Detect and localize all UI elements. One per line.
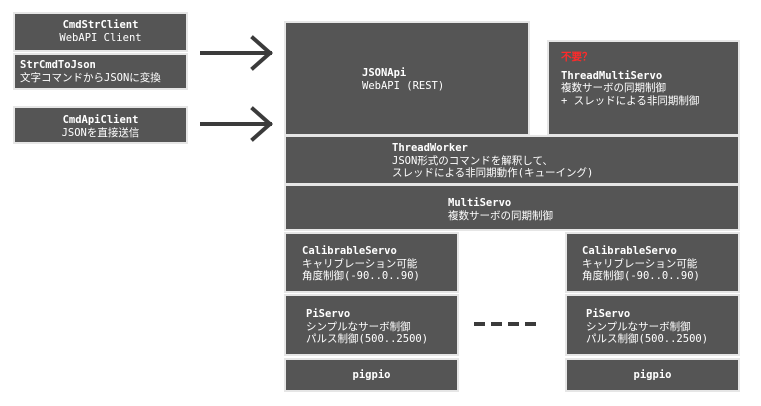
multi-servo-sub: 複数サーボの同期制御 bbox=[448, 209, 553, 222]
arrow-bottom bbox=[200, 106, 274, 142]
calibrable-servo-right-line1: キャリブレーション可能 bbox=[582, 257, 698, 270]
calibrable-servo-right-title: CalibrableServo bbox=[582, 245, 677, 257]
pigpio-right-label: pigpio bbox=[633, 369, 672, 381]
pi-servo-left-title: PiServo bbox=[306, 308, 351, 320]
thread-multi-servo-title: ThreadMultiServo bbox=[561, 69, 663, 82]
ellipsis-dashes bbox=[474, 322, 536, 326]
pi-servo-left-box: PiServo シンプルなサーボ制御 パルス制御(500..2500) bbox=[284, 294, 459, 356]
cmdapi-client-title: CmdApiClient bbox=[62, 114, 139, 126]
calibrable-servo-left-title: CalibrableServo bbox=[302, 245, 397, 257]
pi-servo-left-line2: パルス制御(500..2500) bbox=[306, 333, 429, 345]
calibrable-servo-right-box: CalibrableServo キャリブレーション可能 角度制御(-90..0.… bbox=[565, 232, 740, 293]
cmdstr-client-title: CmdStrClient bbox=[62, 19, 139, 31]
jsonapi-title: JSONApi bbox=[362, 67, 407, 79]
jsonapi-sub: WebAPI (REST) bbox=[362, 79, 445, 92]
strcmd-to-json-sub: 文字コマンドからJSONに変換 bbox=[20, 71, 161, 84]
pi-servo-right-box: PiServo シンプルなサーボ制御 パルス制御(500..2500) bbox=[565, 294, 740, 356]
dash bbox=[525, 322, 536, 326]
pigpio-left-box: pigpio bbox=[284, 358, 459, 392]
dash bbox=[508, 322, 519, 326]
pi-servo-right-line2: パルス制御(500..2500) bbox=[586, 333, 709, 345]
pi-servo-right-title: PiServo bbox=[586, 308, 631, 320]
thread-worker-box: ThreadWorker JSON形式のコマンドを解釈して、 スレッドによる非同… bbox=[284, 135, 740, 185]
calibrable-servo-left-box: CalibrableServo キャリブレーション可能 角度制御(-90..0.… bbox=[284, 232, 459, 293]
calibrable-servo-left-line2: 角度制御(-90..0..90) bbox=[302, 270, 420, 282]
strcmd-to-json-box: StrCmdToJson 文字コマンドからJSONに変換 bbox=[13, 53, 188, 90]
cmdapi-client-box: CmdApiClient JSONを直接送信 bbox=[13, 106, 188, 144]
pigpio-right-box: pigpio bbox=[565, 358, 740, 392]
pigpio-left-label: pigpio bbox=[352, 369, 391, 381]
arrow-top bbox=[200, 35, 274, 71]
multi-servo-title: MultiServo bbox=[448, 197, 512, 209]
pi-servo-left-line1: シンプルなサーボ制御 bbox=[306, 320, 411, 333]
unneeded-note: 不要？ bbox=[561, 51, 593, 63]
cmdstr-client-sub: WebAPI Client bbox=[59, 31, 142, 44]
multi-servo-box: MultiServo 複数サーボの同期制御 bbox=[284, 184, 740, 231]
thread-worker-line1: JSON形式のコマンドを解釈して、 bbox=[392, 154, 553, 167]
dash bbox=[474, 322, 485, 326]
cmdapi-client-sub: JSONを直接送信 bbox=[61, 126, 140, 139]
thread-multi-servo-box: 不要？ ThreadMultiServo 複数サーボの同期制御 + スレッドによ… bbox=[547, 40, 740, 136]
cmdstr-client-box: CmdStrClient WebAPI Client bbox=[13, 12, 188, 52]
thread-worker-line2: スレッドによる非同期動作(キューイング) bbox=[392, 167, 594, 179]
thread-multi-servo-line2: + スレッドによる非同期制御 bbox=[561, 94, 700, 107]
thread-multi-servo-line1: 複数サーボの同期制御 bbox=[561, 82, 666, 94]
pi-servo-right-line1: シンプルなサーボ制御 bbox=[586, 320, 691, 333]
strcmd-to-json-title: StrCmdToJson bbox=[20, 59, 96, 71]
calibrable-servo-right-line2: 角度制御(-90..0..90) bbox=[582, 270, 700, 282]
calibrable-servo-left-line1: キャリブレーション可能 bbox=[302, 257, 418, 270]
jsonapi-box: JSONApi WebAPI (REST) bbox=[284, 21, 530, 136]
thread-worker-title: ThreadWorker bbox=[392, 142, 468, 154]
dash bbox=[491, 322, 502, 326]
